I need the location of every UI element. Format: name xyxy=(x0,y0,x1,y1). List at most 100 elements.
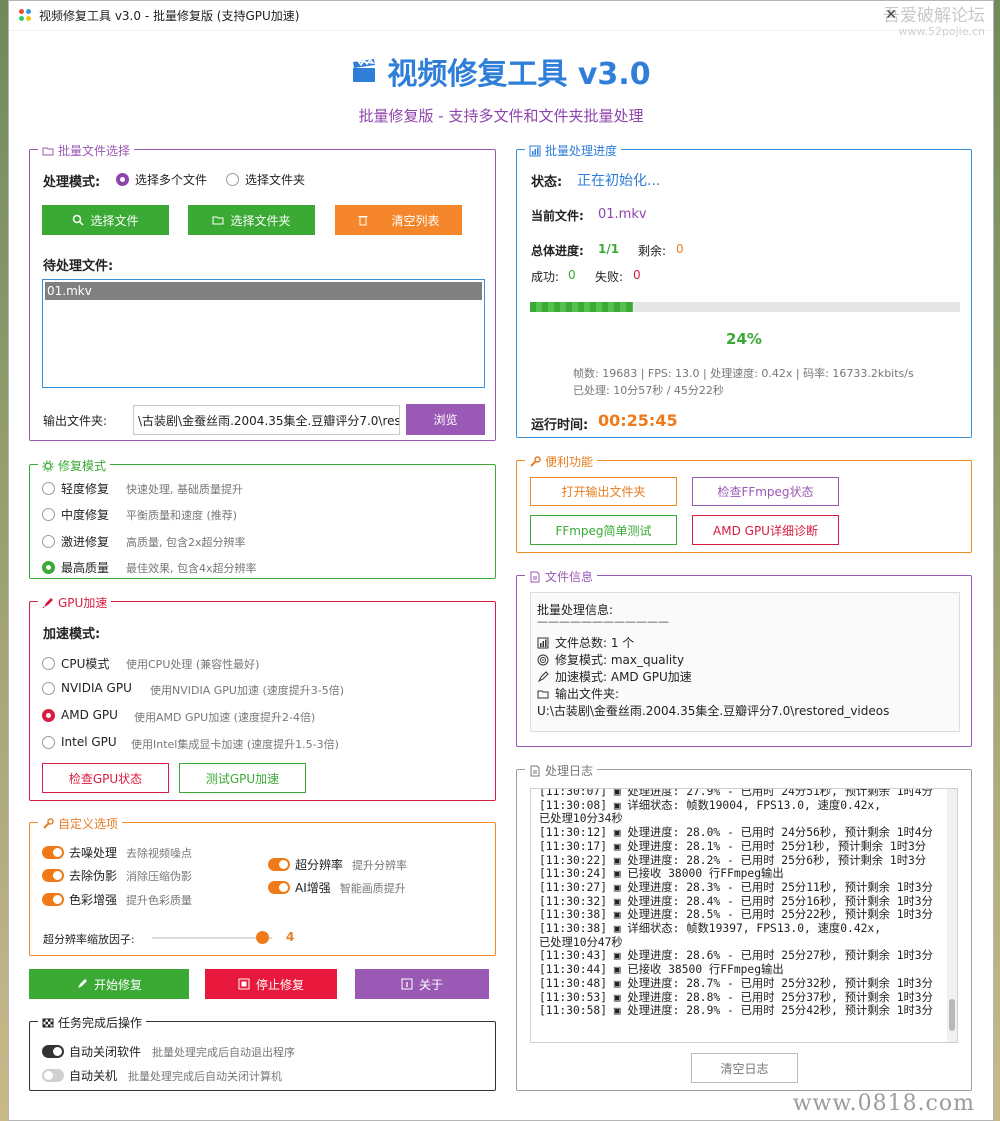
folder-icon xyxy=(42,147,54,155)
log-line: [11:30:08] ▣ 详细状态: 帧数19004, FPS13.0, 速度0… xyxy=(539,798,882,812)
search-icon xyxy=(73,214,85,226)
clear-list-button[interactable]: 清空列表 xyxy=(335,205,462,235)
select-files-button[interactable]: 选择文件 xyxy=(42,205,169,235)
toggle-ai-enhance[interactable]: AI增强 智能画质提升 xyxy=(268,879,406,896)
accel-mode-label: 加速模式: xyxy=(43,627,101,642)
amd-gpu-diagnose-button[interactable]: AMD GPU详细诊断 xyxy=(692,515,839,545)
scale-factor-label: 超分辨率缩放因子: xyxy=(43,933,135,946)
log-line: [11:30:27] ▣ 处理进度: 28.3% - 已用时 25分11秒, 预… xyxy=(539,880,933,894)
success-label: 成功: xyxy=(531,270,560,284)
accel-mode-row: 加速模式: AMD GPU加速 xyxy=(537,668,692,685)
after-task-group: 任务完成后操作 自动关闭软件 批量处理完成后自动退出程序 自动关机 批量处理完成后自… xyxy=(29,1014,496,1091)
rocket-icon xyxy=(537,670,549,682)
open-output-folder-button[interactable]: 打开输出文件夹 xyxy=(530,477,677,506)
toggle-auto-shutdown[interactable]: 自动关机 批量处理完成后自动关闭计算机 xyxy=(42,1067,282,1084)
radio-multiple-files[interactable]: 选择多个文件 xyxy=(116,171,207,188)
radio-nvidia-gpu[interactable]: NVIDIA GPU xyxy=(42,681,132,695)
aggressive-repair-desc: 高质量, 包含2x超分辨率 xyxy=(126,536,246,549)
output-folder-input[interactable]: \古装剧\金蚕丝雨.2004.35集全.豆瓣评分7.0\resto xyxy=(133,405,400,435)
bar-chart-icon xyxy=(529,145,541,156)
progress-detail-line2: 已处理: 10分57秒 / 45分22秒 xyxy=(573,384,724,397)
toggle-auto-close[interactable]: 自动关闭软件 批量处理完成后自动退出程序 xyxy=(42,1043,295,1060)
select-folder-button[interactable]: 选择文件夹 xyxy=(188,205,315,235)
bar-chart-icon xyxy=(537,637,549,648)
progress-group: 批量处理进度 状态: 正在初始化... 当前文件: 01.mkv 总体进度: 1… xyxy=(516,142,972,438)
wrench-icon xyxy=(43,817,54,829)
overall-progress-bar xyxy=(530,302,960,312)
toggle-color-enhance[interactable]: 色彩增强 提升色彩质量 xyxy=(42,891,192,908)
repair-mode-group: 修复模式 轻度修复 快速处理, 基础质量提升 中度修复 平衡质量和速度 (推荐)… xyxy=(29,457,496,579)
amd-gpu-desc: 使用AMD GPU加速 (速度提升2-4倍) xyxy=(134,711,316,724)
test-gpu-button[interactable]: 测试GPU加速 xyxy=(179,763,306,793)
ffmpeg-test-button[interactable]: FFmpeg简单测试 xyxy=(530,515,677,545)
progress-bar-fill xyxy=(530,302,634,312)
stop-repair-button[interactable]: 停止修复 xyxy=(205,969,337,999)
browse-button[interactable]: 浏览 xyxy=(406,404,485,435)
log-line: [11:30:38] ▣ 详细状态: 帧数19397, FPS13.0, 速度0… xyxy=(539,922,882,936)
repair-mode-legend: 修复模式 xyxy=(58,459,107,473)
log-line: [11:30:43] ▣ 处理进度: 28.6% - 已用时 25分27秒, 预… xyxy=(539,949,933,963)
log-line: [11:30:22] ▣ 处理进度: 28.2% - 已用时 25分6秒, 预计… xyxy=(539,853,927,867)
about-button[interactable]: 关于 xyxy=(355,969,489,999)
gpu-legend: GPU加速 xyxy=(58,596,108,610)
log-line: [11:30:44] ▣ 已接收 38500 行FFmpeg输出 xyxy=(539,963,784,977)
fail-value: 0 xyxy=(633,268,641,282)
toggle-super-resolution[interactable]: 超分辨率 提升分辨率 xyxy=(268,856,407,873)
intel-gpu-desc: 使用Intel集成显卡加速 (速度提升1.5-3倍) xyxy=(131,738,339,751)
radio-light-repair[interactable]: 轻度修复 xyxy=(42,480,109,497)
check-gpu-button[interactable]: 检查GPU状态 xyxy=(42,763,169,793)
output-folder-row: 输出文件夹: xyxy=(537,685,619,702)
log-line: [11:30:58] ▣ 处理进度: 28.9% - 已用时 25分42秒, 预… xyxy=(539,1004,933,1018)
progress-detail-line1: 帧数: 19683 | FPS: 13.0 | 处理速度: 0.42x | 码率… xyxy=(573,367,914,380)
radio-intel-gpu[interactable]: Intel GPU xyxy=(42,735,117,749)
remaining-value: 0 xyxy=(676,242,684,256)
close-icon[interactable]: ✕ xyxy=(885,7,897,23)
radio-cpu-mode[interactable]: CPU模式 xyxy=(42,655,109,672)
log-textarea[interactable]: [11:30:07] ▣ 处理进度: 27.9% - 已用时 24分51秒, 预… xyxy=(530,788,958,1043)
list-item[interactable]: 01.mkv xyxy=(45,282,482,300)
trash-icon xyxy=(358,216,368,226)
window-title: 视频修复工具 v3.0 - 批量修复版 (支持GPU加速) xyxy=(39,9,300,23)
file-count-row: 文件总数: 1 个 xyxy=(537,634,634,651)
radio-max-quality[interactable]: 最高质量 xyxy=(42,559,109,576)
scale-slider-thumb[interactable] xyxy=(256,931,270,944)
watermark-bottom: www.0818.com xyxy=(792,1091,975,1116)
clear-log-button[interactable]: 清空日志 xyxy=(691,1053,798,1083)
gear-icon xyxy=(42,460,54,471)
file-select-group: 批量文件选择 处理模式: 选择多个文件 选择文件夹 选择文件 选择文件夹 清空列… xyxy=(29,142,496,441)
start-repair-button[interactable]: 开始修复 xyxy=(29,969,189,999)
radio-folder[interactable]: 选择文件夹 xyxy=(226,171,305,188)
document-icon xyxy=(530,571,540,582)
folder-icon xyxy=(537,690,549,698)
runtime-label: 运行时间: xyxy=(531,418,589,433)
log-scrollbar-thumb[interactable] xyxy=(949,999,955,1031)
light-repair-desc: 快速处理, 基础质量提升 xyxy=(126,483,243,496)
custom-options-group: 自定义选项 去噪处理 去除视频噪点 去除伪影 消除压缩伪影 色彩增强 提升色彩质量 超… xyxy=(29,815,496,956)
radio-aggressive-repair[interactable]: 激进修复 xyxy=(42,533,109,550)
overall-progress-value: 1/1 xyxy=(598,242,620,256)
document-icon xyxy=(530,765,540,776)
progress-legend: 批量处理进度 xyxy=(545,144,618,158)
rocket-icon xyxy=(77,979,87,988)
pending-file-list[interactable]: 01.mkv xyxy=(42,279,485,388)
radio-amd-gpu[interactable]: AMD GPU xyxy=(42,708,118,722)
check-ffmpeg-button[interactable]: 检查FFmpeg状态 xyxy=(692,477,839,506)
medium-repair-desc: 平衡质量和速度 (推荐) xyxy=(126,509,238,522)
file-info-box: 批量处理信息: ———————————— 文件总数: 1 个 修复模式: max… xyxy=(530,592,960,732)
page-subtitle: 批量修复版 - 支持多文件和文件夹批量处理 xyxy=(358,107,644,125)
scale-factor-value: 4 xyxy=(286,930,295,944)
log-line: [11:30:32] ▣ 处理进度: 28.4% - 已用时 25分16秒, 预… xyxy=(539,894,933,908)
process-mode-label: 处理模式: xyxy=(43,175,101,190)
toggle-denoise[interactable]: 去噪处理 去除视频噪点 xyxy=(42,844,192,861)
log-line: 已处理10分47秒 xyxy=(539,935,623,949)
radio-medium-repair[interactable]: 中度修复 xyxy=(42,506,109,523)
watermark-top: 吾爱破解论坛 www.52pojie.cn xyxy=(883,6,985,38)
info-icon xyxy=(401,978,413,990)
scale-factor-slider[interactable] xyxy=(152,931,272,944)
app-header: 视频修复工具 v3.0 批量修复版 - 支持多文件和文件夹批量处理 xyxy=(9,49,993,126)
log-scrollbar[interactable] xyxy=(947,789,957,1042)
file-info-legend: 文件信息 xyxy=(545,570,594,584)
page-title: 视频修复工具 v3.0 xyxy=(387,57,651,92)
toggle-deartifact[interactable]: 去除伪影 消除压缩伪影 xyxy=(42,867,192,884)
log-group: 处理日志 [11:30:07] ▣ 处理进度: 27.9% - 已用时 24分5… xyxy=(516,762,972,1091)
